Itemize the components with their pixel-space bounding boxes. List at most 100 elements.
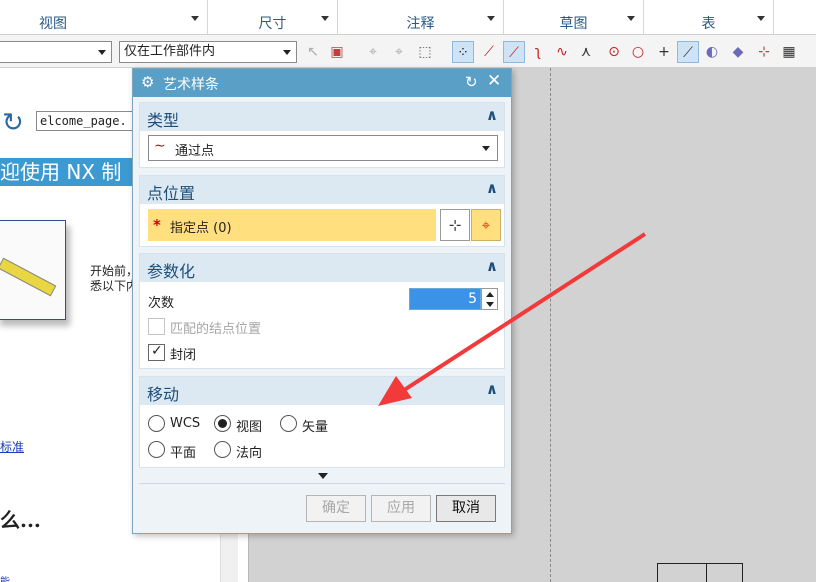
ribbon-group-sketch[interactable]: 草图 [504,0,644,34]
radio-normal[interactable] [214,441,231,458]
paragraph-line: 开始前， [90,264,134,278]
chevron-down-icon [283,50,291,55]
welcome-banner: 迎使用 NX 制 [0,158,140,186]
gear-icon[interactable]: ⚙ [141,73,154,91]
ribbon-group-annotation[interactable]: 注释 [338,0,504,34]
scope-value: 仅在工作部件内 [124,44,216,59]
chevron-down-icon[interactable] [321,16,329,21]
end-point-icon[interactable]: ⟋ [478,41,500,63]
type-section: 类型 ∧ ∼ 通过点 [139,102,505,168]
closed-label: 封闭 [170,348,197,363]
param-section-title: 参数化 [147,262,196,281]
add-point-icon[interactable]: ⊹ [753,41,775,63]
selection-toolbar: 仅在工作部件内 ↖ ▣ ⌖ ⌖ ⬚ ⁘ ⟋ ⟋ ʅ ∿ ⋏ ⊙ ○ + ⟋ ◐ … [0,34,816,68]
move-section-header[interactable]: 移动 ∧ [140,377,504,405]
radio-wcs-label: WCS [170,416,201,431]
refresh-icon[interactable]: ↻ [2,108,24,138]
deselect-icon[interactable]: ⌖ [388,41,410,63]
type-value: 通过点 [175,144,215,159]
radio-selected-dot [218,419,227,428]
ribbon-group-dimension[interactable]: 尺寸 [208,0,338,34]
point-on-surface-icon[interactable]: ◐ [701,41,723,63]
feature-link[interactable]: 能 [0,573,10,582]
bounded-grid-icon[interactable]: ◆ [727,41,749,63]
dialog-title-bar[interactable]: ⚙ 艺术样条 ↻ ✕ [133,69,511,97]
radio-plane[interactable] [148,441,165,458]
radio-wcs[interactable] [148,415,165,432]
filter-dropdown[interactable] [0,41,112,63]
inferred-point-button[interactable]: ⌖ [471,209,501,241]
point-section-header[interactable]: 点位置 ∧ [140,176,504,204]
point-dialog-button[interactable]: ⊹ [440,209,470,241]
reset-icon[interactable]: ↻ [465,73,478,91]
radio-view-label: 视图 [236,420,263,435]
chevron-down-icon[interactable] [487,16,495,21]
more-options-icon[interactable] [318,473,328,479]
degree-stepper[interactable] [481,288,498,310]
cancel-button[interactable]: 取消 [436,495,496,522]
ok-button[interactable]: 确定 [306,495,366,522]
chevron-down-icon[interactable] [486,302,494,307]
crosshair-icon: ⌖ [481,216,491,234]
radio-plane-label: 平面 [170,446,197,461]
point-constructor-icon: ⊹ [448,216,462,234]
chevron-down-icon[interactable] [627,16,635,21]
ribbon-group-label: 表 [701,16,716,32]
scope-dropdown[interactable]: 仅在工作部件内 [119,41,297,63]
param-section-header[interactable]: 参数化 ∧ [140,254,504,282]
type-section-header[interactable]: 类型 ∧ [140,103,504,131]
welcome-paragraph: 开始前， 悉以下内 [90,264,134,294]
match-knots-checkbox[interactable] [148,318,165,335]
closed-checkbox[interactable]: ✓ [148,343,165,361]
move-section-title: 移动 [147,385,180,404]
filter-icon[interactable]: ⌖ [362,41,384,63]
title-block-divider [706,564,707,582]
point-section-title: 点位置 [147,184,196,203]
point-location-section: 点位置 ∧ * 指定点 (0) ⊹ ⌖ [139,175,505,247]
url-field[interactable]: elcome_page. [36,111,136,131]
ribbon-group-view[interactable]: 视图 [0,0,208,34]
standard-link[interactable]: 标准 [0,438,24,455]
chevron-down-icon[interactable] [191,16,199,21]
collapse-icon[interactable]: ∧ [486,380,498,398]
close-icon[interactable]: ✕ [487,71,501,91]
quadrant-point-icon[interactable]: ○ [627,41,649,63]
required-icon: * [153,216,161,234]
point-on-curve-icon[interactable]: ⟋ [677,41,699,63]
spline-icon: ∼ [154,138,166,154]
intersection-point-icon[interactable]: ∿ [551,41,573,63]
radio-vector[interactable] [280,415,297,432]
grid-icon[interactable]: ▦ [778,41,800,63]
chevron-up-icon[interactable] [486,292,494,297]
collapse-icon[interactable]: ∧ [486,179,498,197]
specify-point-field[interactable]: * 指定点 (0) [148,209,436,241]
mid-point-icon[interactable]: ⟋ [503,41,525,63]
ribbon-group-label: 尺寸 [258,16,287,32]
pencil-icon [0,257,57,297]
paragraph-line: 悉以下内 [90,279,134,293]
studio-spline-dialog: ⚙ 艺术样条 ↻ ✕ 类型 ∧ ∼ 通过点 点位置 ∧ * 指定点 (0) ⊹ … [132,68,512,534]
drawing-border-line [550,68,551,582]
select-icon[interactable]: ↖ [302,41,324,63]
arc-center-icon[interactable]: ⋏ [575,41,597,63]
collapse-icon[interactable]: ∧ [486,257,498,275]
collapse-icon[interactable]: ∧ [486,106,498,124]
existing-point-icon[interactable]: + [653,41,675,63]
degree-input[interactable]: 5 [409,288,481,310]
rectangle-select-icon[interactable]: ⬚ [414,41,436,63]
parameterization-section: 参数化 ∧ 次数 5 匹配的结点位置 ✓ 封闭 [139,253,505,369]
ribbon-group-table[interactable]: 表 [644,0,774,34]
enable-snap-icon[interactable]: ⁘ [452,41,474,63]
control-point-icon[interactable]: ʅ [527,41,549,63]
snap-settings-icon[interactable]: ▣ [326,41,348,63]
apply-button[interactable]: 应用 [371,495,431,522]
welcome-illustration [0,220,66,320]
circle-center-icon[interactable]: ⊙ [603,41,625,63]
radio-normal-label: 法向 [236,446,263,461]
type-section-title: 类型 [147,111,180,130]
radio-view[interactable] [214,415,231,432]
dialog-title: 艺术样条 [163,77,219,93]
chevron-down-icon[interactable] [757,16,765,21]
type-dropdown[interactable]: ∼ 通过点 [148,135,498,161]
radio-vector-label: 矢量 [302,420,329,435]
